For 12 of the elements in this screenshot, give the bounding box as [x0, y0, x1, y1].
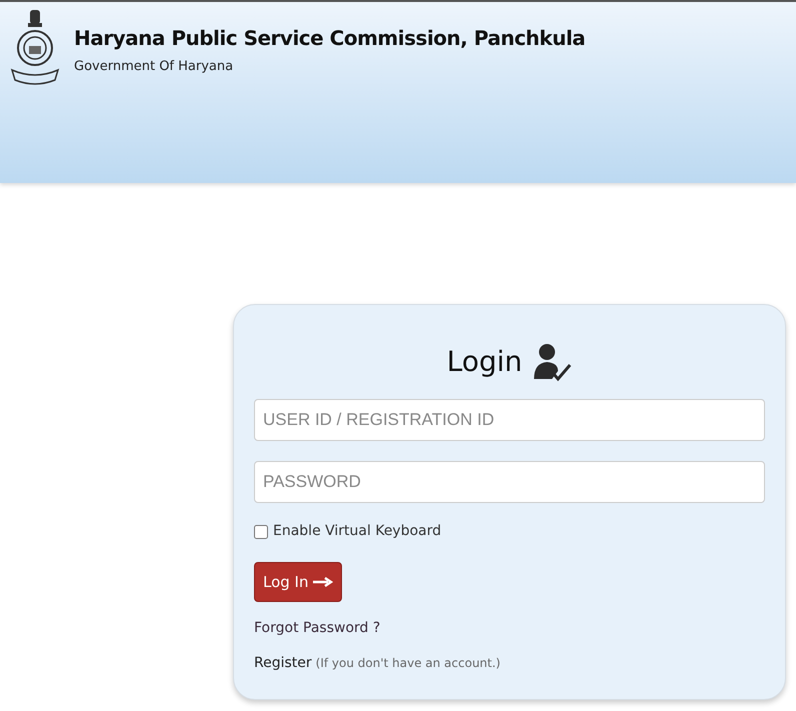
input-field[interactable]: USER ID / REGISTRATION ID [254, 399, 765, 441]
checkbox[interactable] [254, 524, 268, 538]
login-button[interactable]: Log In [254, 562, 342, 602]
checkbox-label: Enable Virtual Keyboard [273, 522, 442, 541]
arrow-right-icon [312, 577, 332, 587]
register-note: (If you don't have an account.) [316, 655, 500, 672]
site-subtitle: Government Of Haryana [74, 58, 234, 76]
forgot-password-link[interactable]: Forgot Password ? [254, 618, 380, 639]
input-field[interactable]: PASSWORD [254, 461, 765, 503]
login-title: Login [446, 344, 522, 380]
site-title: Haryana Public Service Commission, Panchkula [74, 26, 586, 51]
register-link[interactable]: Register [254, 653, 312, 674]
